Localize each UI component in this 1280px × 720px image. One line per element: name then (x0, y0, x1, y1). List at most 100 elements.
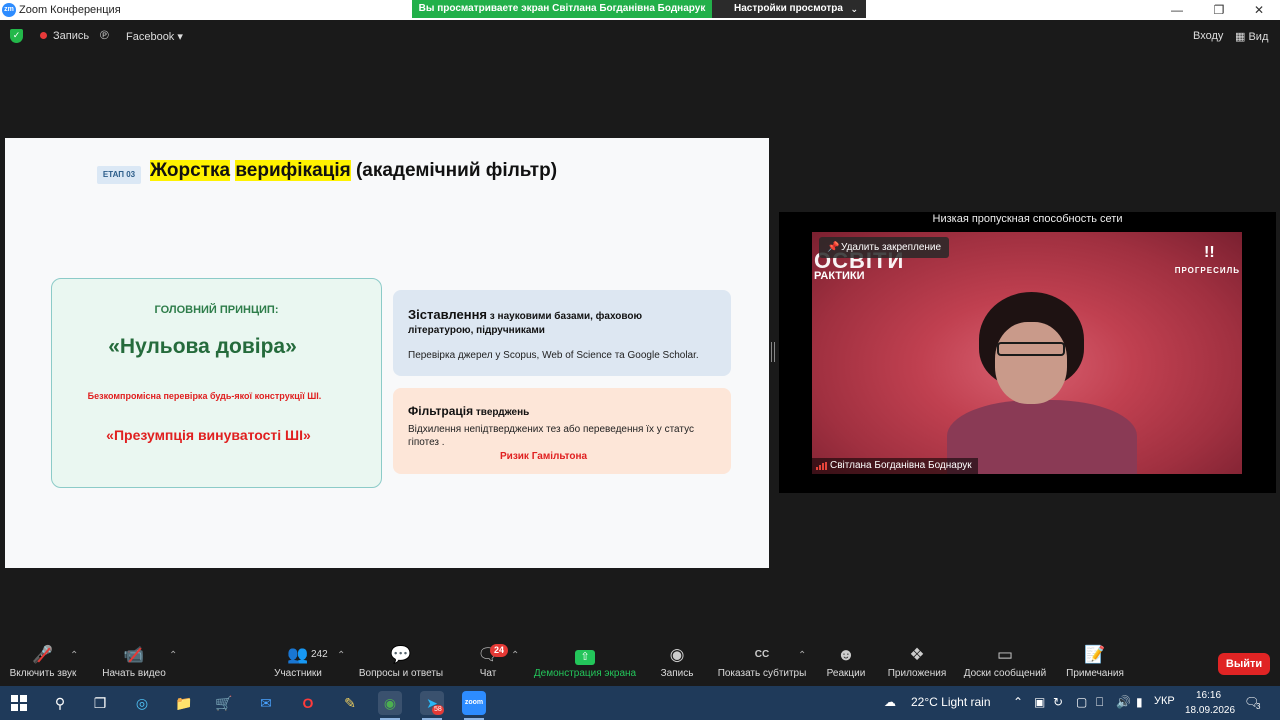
title-part-3: (академічний фільтр) (355, 160, 558, 181)
weather-icon[interactable]: ☁ (884, 695, 896, 709)
audio-options-caret[interactable]: ⌃ (70, 650, 78, 661)
participants-label: Участники (274, 668, 322, 679)
enter-button[interactable]: Входу (1193, 30, 1223, 42)
tray-monitor-icon[interactable]: ▢ (1076, 695, 1087, 709)
volume-icon[interactable]: 🔊 (1116, 695, 1131, 709)
microphone-muted-icon: 🎤 (8, 640, 78, 668)
chrome-browser-icon[interactable]: ◉ (378, 691, 402, 715)
zoom-taskbar-icon[interactable]: zoom (462, 691, 486, 715)
live-stream-icon[interactable]: ℗ (100, 28, 109, 42)
unpin-button[interactable]: 📌 Удалить закрепление (819, 237, 950, 258)
subtitles-options-caret[interactable]: ⌃ (798, 650, 806, 661)
share-screen-button[interactable]: ⇧ Демонстрация экрана (531, 640, 639, 686)
risk-label: Ризик Гамільтона (500, 451, 588, 462)
show-subtitles-button[interactable]: CC Показать субтитры (716, 640, 808, 686)
principle-presumption: «Презумпція винуватості ШІ» (106, 427, 311, 443)
share-screen-label: Демонстрация экрана (533, 668, 637, 679)
notes-icon: 📝 (1084, 645, 1106, 664)
reactions-button[interactable]: ☻ Реакции (825, 640, 867, 686)
reactions-label: Реакции (826, 668, 866, 679)
clock-date[interactable]: 18.09.2026 (1185, 705, 1235, 716)
apps-icon: ❖ (909, 645, 925, 664)
participant-figure (947, 292, 1137, 474)
leave-meeting-button[interactable]: Выйти (1218, 653, 1270, 675)
minimize-icon[interactable]: — (1169, 2, 1185, 18)
share-screen-icon: ⇧ (575, 650, 595, 665)
background-logo-text: ПРОГРЕСИЛЬ (1174, 266, 1240, 275)
file-explorer-icon[interactable]: 📁 (172, 691, 196, 715)
stage-badge: ЕТАП 03 (97, 166, 141, 184)
language-indicator[interactable]: УКР (1154, 695, 1175, 707)
tray-app-icon[interactable]: ▣ (1034, 695, 1045, 709)
windows-taskbar: ⚲ ❐ ◎ 📁 🛒 ✉ O ✎ ◉ ➤ zoom ☁ 22°C Light ra… (0, 686, 1280, 720)
tray-overflow-icon[interactable]: ⌃ (1013, 695, 1023, 709)
qa-label: Вопросы и ответы (358, 668, 444, 679)
edge-browser-icon[interactable]: ◎ (130, 691, 154, 715)
unmute-button[interactable]: 🎤 Включить звук (8, 640, 78, 686)
tray-sync-icon[interactable]: ↻ (1053, 695, 1063, 709)
clock-time[interactable]: 16:16 (1196, 690, 1221, 701)
network-warning: Низкая пропускная способность сети (932, 213, 1123, 225)
meeting-top-bar: ✓ Запись ℗ Facebook ▾ Входу ▦ Вид (0, 26, 1280, 46)
participants-button[interactable]: 👥 Участники (270, 640, 326, 686)
share-banner: Вы просматриваете экран Світлана Богдані… (412, 0, 712, 18)
facebook-stream-button[interactable]: Facebook ▾ (120, 26, 189, 46)
close-icon[interactable]: ✕ (1251, 2, 1267, 18)
video-options-caret[interactable]: ⌃ (169, 650, 177, 661)
comparison-card: Зіставлення з науковими базами, фаховою … (393, 290, 731, 376)
participant-glasses (997, 342, 1065, 356)
search-icon[interactable]: ⚲ (48, 691, 72, 715)
battery-icon[interactable]: ▮ (1136, 695, 1143, 709)
opera-browser-icon[interactable]: O (296, 691, 320, 715)
notes-button[interactable]: 📝 Примечания (1063, 640, 1127, 686)
title-part-1: Жорстка (150, 160, 231, 181)
meeting-toolbar: 🎤 Включить звук ⌃ 📹 Начать видео ⌃ 👥 Уча… (0, 640, 1280, 686)
weather-text[interactable]: 22°C Light rain (911, 695, 991, 709)
security-shield-icon[interactable]: ✓ (10, 29, 23, 43)
record-icon: ◉ (669, 645, 685, 664)
view-label: Вид (1248, 31, 1269, 43)
qa-button[interactable]: 💬 Вопросы и ответы (357, 640, 445, 686)
signal-strength-icon (816, 462, 827, 470)
pen-app-icon[interactable]: ✎ (338, 691, 362, 715)
slide-title: Жорстка верифікація (академічний фільтр) (150, 160, 557, 182)
filtering-body: Відхилення непідтверджених тез або перев… (408, 424, 694, 448)
comparison-heading: Зіставлення з науковими базами, фаховою … (408, 308, 708, 338)
view-button[interactable]: ▦ Вид (1235, 30, 1268, 43)
store-icon[interactable]: 🛒 (212, 691, 236, 715)
start-video-button[interactable]: 📹 Начать видео (100, 640, 168, 686)
participant-video[interactable]: ОСВІТИ РАКТИКИ !! ПРОГРЕСИЛЬ 📌 Удалить з… (812, 232, 1242, 474)
chevron-down-icon: ⌄ (850, 4, 858, 14)
whiteboards-label: Доски сообщений (963, 668, 1047, 679)
whiteboards-button[interactable]: ▭ Доски сообщений (960, 640, 1050, 686)
background-logo-mark: !! (1204, 244, 1215, 261)
recording-indicator[interactable]: Запись (53, 30, 89, 42)
panel-splitter-handle[interactable] (771, 342, 775, 362)
recording-dot-icon (40, 32, 47, 39)
notification-count: 3 (1256, 702, 1261, 711)
chat-options-caret[interactable]: ⌃ (511, 650, 519, 661)
grid-icon: ▦ (1235, 31, 1246, 43)
task-view-icon[interactable]: ❐ (88, 691, 112, 715)
window-title: Zoom Конференция (19, 4, 121, 16)
chat-label: Чат (479, 668, 497, 679)
participant-name: Світлана Богданівна Боднарук (830, 460, 972, 471)
filtering-card: Фільтрація тверджень Відхилення непідтве… (393, 388, 731, 474)
closed-captions-icon: CC (754, 649, 770, 660)
network-icon[interactable]: ⎕ (1096, 695, 1103, 710)
principle-subtext: Безкомпромісна перевірка будь-якої конст… (87, 391, 322, 401)
view-settings-button[interactable]: Настройки просмотра ⌄ (712, 0, 866, 18)
facebook-label: Facebook (126, 31, 175, 43)
mail-icon[interactable]: ✉ (254, 691, 278, 715)
restore-icon[interactable]: ❐ (1211, 2, 1227, 18)
unpin-label: Удалить закрепление (841, 242, 942, 253)
participant-name-tag: Світлана Богданівна Боднарук (812, 458, 978, 474)
apps-button[interactable]: ❖ Приложения (884, 640, 950, 686)
participants-options-caret[interactable]: ⌃ (337, 650, 345, 661)
record-label: Запись (660, 668, 694, 679)
principle-main: «Нульова довіра» (108, 335, 297, 358)
record-button[interactable]: ◉ Запись (658, 640, 696, 686)
share-screen-icon-wrap: ⇧ (531, 640, 639, 668)
windows-start-icon[interactable] (11, 695, 27, 711)
subtitles-label: Показать субтитры (717, 668, 807, 679)
